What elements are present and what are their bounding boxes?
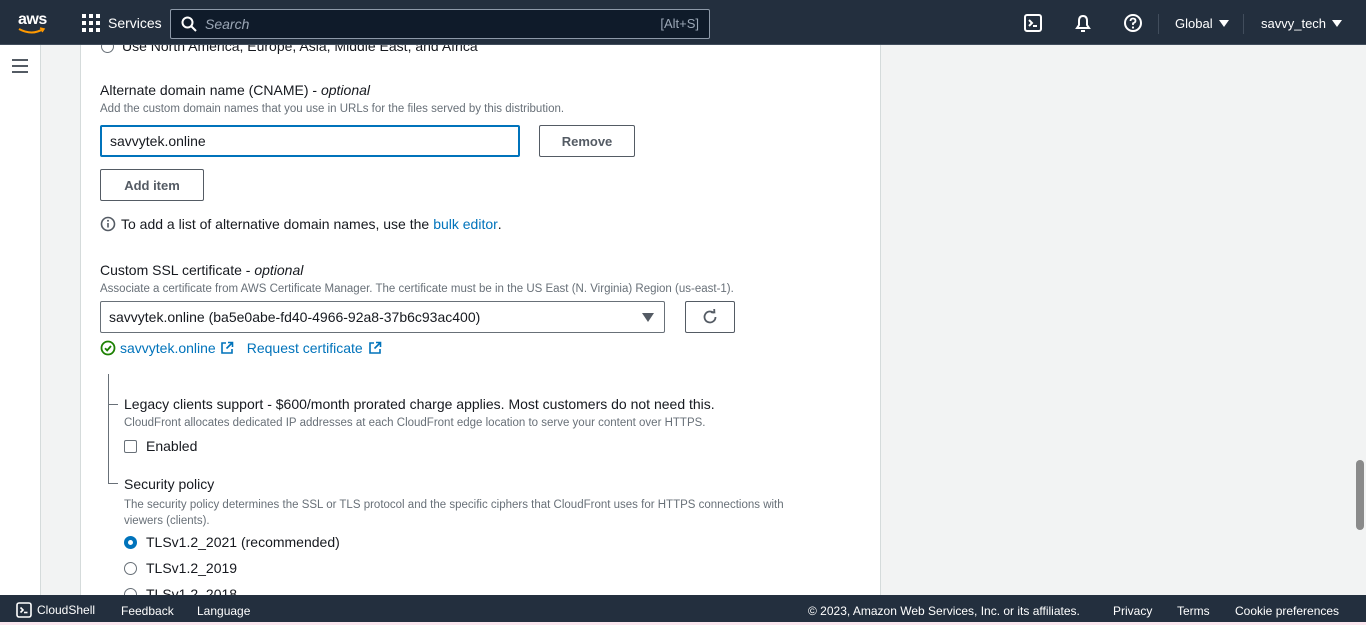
privacy-link[interactable]: Privacy [1113,604,1152,618]
legacy-enabled-checkbox-row[interactable]: Enabled [124,438,197,454]
radio-button[interactable] [101,45,114,53]
search-shortcut-hint: [Alt+S] [660,16,699,31]
cname-description: Add the custom domain names that you use… [100,103,565,115]
caret-down-icon [1332,20,1343,27]
bulk-info-suffix: . [497,216,502,232]
bulk-editor-link[interactable]: bulk editor [433,216,498,232]
services-label: Services [108,15,162,31]
policy-option-label: TLSv1.2_2021 (recommended) [146,534,340,550]
policy-option-tls12-2019[interactable]: TLSv1.2_2019 [124,560,237,576]
ssl-field-label: Custom SSL certificate - optional [100,262,303,278]
legacy-clients-label: Legacy clients support - $600/month pror… [124,396,715,412]
caret-down-icon [642,313,654,322]
refresh-icon [703,308,717,324]
terms-link[interactable]: Terms [1177,604,1210,618]
tree-connector [108,374,109,484]
external-link-icon[interactable] [368,341,382,355]
language-link[interactable]: Language [197,604,250,618]
success-check-icon [100,340,116,356]
security-policy-desc-line: The security policy determines the SSL o… [124,499,784,511]
enabled-checkbox[interactable] [124,439,137,453]
left-rail [0,45,41,595]
policy-option-label: TLSv1.2_2018 [146,586,238,595]
feedback-link[interactable]: Feedback [121,604,174,618]
grid-icon [82,14,100,32]
policy-option-tls12-2021[interactable]: TLSv1.2_2021 (recommended) [124,534,340,550]
ssl-description: Associate a certificate from AWS Certifi… [100,283,734,295]
cname-input[interactable] [100,125,520,157]
cookie-preferences-link[interactable]: Cookie preferences [1235,604,1339,618]
account-menu[interactable]: savvy_tech [1261,16,1343,31]
security-policy-desc-line: viewers (clients). [124,515,210,527]
refresh-certificates-button[interactable] [685,301,735,333]
tree-connector [108,483,118,484]
search-input[interactable] [205,16,625,32]
radio-label: Use North America, Europe, Asia, Middle … [122,45,478,54]
nav-divider [1158,14,1159,34]
notifications-bell-icon[interactable] [1073,13,1093,33]
security-policy-description: The security policy determines the SSL o… [124,497,844,529]
top-navigation: aws Services [Alt+S] Global [0,0,1366,45]
optional-tag: optional [254,262,304,278]
search-box[interactable]: [Alt+S] [170,9,710,39]
external-link-icon[interactable] [220,341,234,355]
enabled-label: Enabled [146,438,198,454]
ssl-certificate-select[interactable]: savvytek.online (ba5e0abe-fd40-4966-92a8… [100,301,665,333]
services-menu-button[interactable]: Services [82,12,162,34]
bulk-info-text: To add a list of alternative domain name… [121,216,430,232]
region-selector[interactable]: Global [1175,16,1229,31]
copyright-text: © 2023, Amazon Web Services, Inc. or its… [808,604,1080,618]
cloudshell-label: CloudShell [37,603,96,617]
cloudshell-icon [16,602,32,618]
request-certificate-link[interactable]: Request certificate [247,340,363,356]
bulk-editor-info: To add a list of alternative domain name… [100,216,502,232]
price-class-radio-option[interactable]: Use North America, Europe, Asia, Middle … [101,45,478,54]
caret-down-icon [1218,20,1229,27]
help-icon[interactable] [1123,13,1143,33]
account-label: savvy_tech [1261,16,1327,31]
console-footer: CloudShell Feedback Language © 2023, Ama… [0,595,1366,625]
cname-label-text: Alternate domain name (CNAME) - [100,82,321,98]
radio-button[interactable] [124,561,137,575]
certificate-status-row: savvytek.online Request certificate [100,340,382,356]
info-icon [100,216,116,232]
nav-divider [1243,14,1244,34]
ssl-label-text: Custom SSL certificate - [100,262,255,278]
tree-connector [108,404,118,405]
certificate-link[interactable]: savvytek.online [120,340,216,356]
add-item-button[interactable]: Add item [100,169,204,201]
menu-hamburger-icon[interactable] [12,59,28,73]
aws-logo[interactable]: aws [16,11,50,35]
security-policy-label: Security policy [124,476,215,492]
cloudshell-button[interactable]: CloudShell [16,602,95,618]
search-icon [181,16,197,32]
page-scrollbar-thumb[interactable] [1356,460,1364,530]
policy-option-label: TLSv1.2_2019 [146,560,238,576]
region-label: Global [1175,16,1213,31]
ssl-selected-value: savvytek.online (ba5e0abe-fd40-4966-92a8… [109,309,481,325]
aws-smile-icon [18,27,46,34]
radio-button[interactable] [124,587,137,595]
cloudshell-icon[interactable] [1023,13,1043,33]
distribution-settings-panel: Use North America, Europe, Asia, Middle … [80,45,881,595]
cname-field-label: Alternate domain name (CNAME) - optional [100,82,370,98]
optional-tag: optional [320,82,371,98]
policy-option-tls12-2018[interactable]: TLSv1.2_2018 [124,586,237,595]
remove-button[interactable]: Remove [539,125,635,157]
radio-button-selected[interactable] [124,535,137,549]
legacy-clients-description: CloudFront allocates dedicated IP addres… [124,417,706,429]
